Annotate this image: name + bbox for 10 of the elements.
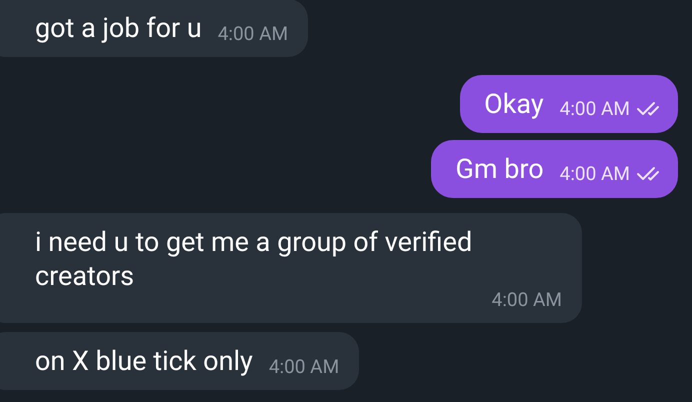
message-time: 4:00 AM [560, 163, 630, 185]
message-text: i need u to get me a group of verified creators [35, 226, 472, 292]
message-text: on X blue tick only [35, 344, 253, 378]
message-text: Gm bro [455, 152, 544, 186]
message-time: 4:00 AM [560, 98, 630, 120]
message-time: 4:00 AM [492, 289, 562, 311]
message-text: got a job for u [35, 11, 202, 45]
message-text: Okay [484, 87, 544, 121]
message-time: 4:00 AM [268, 356, 340, 378]
message-time: 4:00 AM [218, 23, 288, 45]
